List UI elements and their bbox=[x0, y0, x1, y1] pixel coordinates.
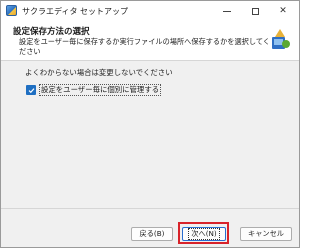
minimize-icon bbox=[223, 10, 231, 12]
per-user-settings-label[interactable]: 設定をユーザー毎に個別に管理する bbox=[39, 84, 162, 96]
wizard-header: 設定保存方法の選択 設定をユーザー毎に保存するか実行ファイルの場所へ保存するかを… bbox=[1, 21, 299, 61]
maximize-button[interactable] bbox=[241, 1, 269, 21]
checkmark-icon bbox=[28, 87, 34, 93]
setup-window: サクラエディタ セットアップ ✕ 設定保存方法の選択 設定をユーザー毎に保存する… bbox=[0, 0, 300, 248]
close-button[interactable]: ✕ bbox=[269, 1, 297, 21]
wizard-content: よくわからない場合は変更しないでください 設定をユーザー毎に個別に管理する bbox=[1, 61, 299, 209]
maximize-icon bbox=[251, 7, 259, 15]
minimize-button[interactable] bbox=[213, 1, 241, 21]
per-user-settings-checkbox-row[interactable]: 設定をユーザー毎に個別に管理する bbox=[26, 84, 162, 96]
next-button-highlight bbox=[178, 222, 229, 244]
page-description: 設定をユーザー毎に保存するか実行ファイルの場所へ保存するかを選択してください bbox=[19, 37, 270, 56]
title-bar[interactable]: サクラエディタ セットアップ ✕ bbox=[1, 1, 299, 21]
footer-divider bbox=[1, 208, 299, 209]
setup-logo-icon bbox=[272, 29, 290, 49]
window-title: サクラエディタ セットアップ bbox=[22, 7, 128, 16]
app-icon bbox=[6, 5, 17, 16]
hint-text: よくわからない場合は変更しないでください bbox=[25, 68, 173, 77]
back-button[interactable]: 戻る(B) bbox=[131, 227, 173, 241]
close-icon: ✕ bbox=[279, 6, 287, 16]
back-button-label: 戻る(B) bbox=[139, 229, 165, 238]
cancel-button[interactable]: キャンセル bbox=[240, 227, 292, 241]
cancel-button-label: キャンセル bbox=[248, 229, 284, 238]
per-user-settings-checkbox[interactable] bbox=[26, 85, 36, 95]
page-title: 設定保存方法の選択 bbox=[13, 27, 90, 37]
